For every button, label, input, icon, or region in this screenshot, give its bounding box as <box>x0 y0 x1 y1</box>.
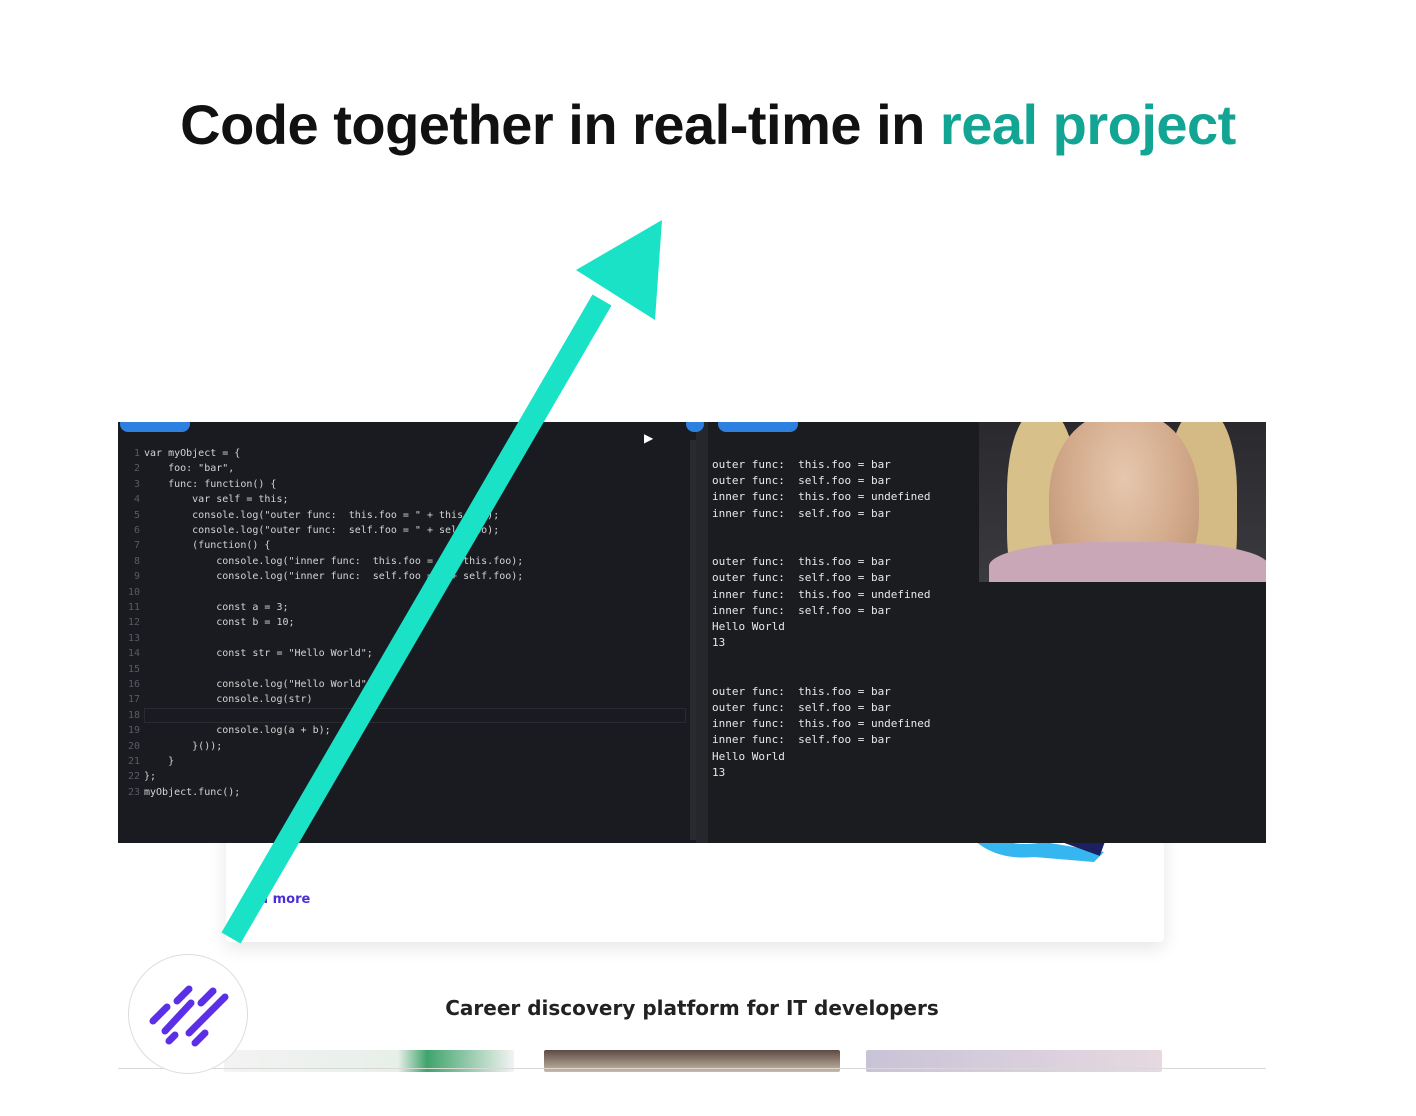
line-number: 14 <box>127 648 140 660</box>
code-line[interactable]: 12 const b = 10; <box>118 615 295 630</box>
console-line: inner func: self.foo = bar <box>712 603 891 617</box>
code-line[interactable]: 22}; <box>118 769 156 784</box>
code-line[interactable]: 4 var self = this; <box>118 492 289 507</box>
line-number: 9 <box>133 571 140 583</box>
pane-divider[interactable] <box>686 422 708 843</box>
line-number: 22 <box>127 771 140 783</box>
code-text: var myObject = { <box>144 448 241 459</box>
code-line[interactable]: 2 foo: "bar", <box>118 461 234 476</box>
platform-logo[interactable] <box>128 954 248 1074</box>
console-line: outer func: this.foo = bar <box>712 684 891 698</box>
line-number: 16 <box>127 679 140 690</box>
code-line[interactable]: 6 console.log("outer func: self.foo = " … <box>118 523 499 538</box>
line-number: 3 <box>133 478 140 490</box>
console-line: 13 <box>712 636 726 650</box>
line-number: 5 <box>133 509 140 521</box>
line-number: 8 <box>133 555 140 567</box>
code-line[interactable]: 11 const a = 3; <box>118 600 289 615</box>
code-line[interactable]: 14 const str = "Hello World"; <box>118 646 373 661</box>
code-line[interactable]: 18 <box>118 708 144 723</box>
console-line: inner func: self.foo = bar <box>712 506 891 520</box>
line-number: 2 <box>133 463 140 475</box>
line-number: 15 <box>127 663 140 675</box>
code-text: const str = "Hello World"; <box>144 648 373 660</box>
code-line[interactable]: 19 console.log(a + b); <box>118 723 331 738</box>
console-line: outer func: this.foo = bar <box>712 555 891 569</box>
headline-text: Code together in real-time in <box>180 93 925 156</box>
code-text: var self = this; <box>144 494 289 506</box>
line-number: 18 <box>127 709 140 721</box>
code-line[interactable]: 17 console.log(str) <box>118 692 313 707</box>
code-text: }; <box>144 771 157 783</box>
code-text: }()); <box>144 740 223 752</box>
code-line[interactable]: 3 func: function() { <box>118 477 276 492</box>
code-line[interactable]: 1 var myObject = { <box>118 446 240 461</box>
logo-icon <box>149 985 229 1047</box>
console-tab[interactable] <box>718 422 798 432</box>
line-number: 10 <box>127 586 140 598</box>
line-number: 21 <box>127 756 140 767</box>
screen-recording: 1 var myObject = {2 foo: "bar", 3 func: fu… <box>118 422 1266 843</box>
code-line[interactable]: 7 (function() { <box>118 538 270 553</box>
line-number: 23 <box>127 786 140 798</box>
line-number: 11 <box>127 602 140 613</box>
code-text: foo: "bar", <box>144 463 235 475</box>
code-line[interactable]: 15 <box>118 662 144 677</box>
line-number: 7 <box>133 540 140 552</box>
editor-tab[interactable] <box>120 422 190 432</box>
mouse-pointer-icon: ▶ <box>644 431 654 445</box>
code-text: } <box>144 756 175 767</box>
tagline: Career discovery platform for IT develop… <box>445 996 939 1020</box>
code-text: const a = 3; <box>144 602 289 613</box>
console-line: inner func: this.foo = undefined <box>712 490 931 504</box>
console-line: inner func: self.foo = bar <box>712 733 891 747</box>
current-line-highlight <box>144 708 686 723</box>
line-number: 6 <box>133 525 140 536</box>
line-number: 12 <box>127 617 140 629</box>
code-line[interactable]: 5 console.log("outer func: this.foo = " … <box>118 508 499 523</box>
code-line[interactable]: 8 console.log("inner func: this.foo = " … <box>118 554 523 569</box>
line-number: 13 <box>127 632 140 644</box>
code-line[interactable]: 10 <box>118 585 144 600</box>
console-line: outer func: self.foo = bar <box>712 701 891 714</box>
code-text: console.log("outer func: self.foo = " + … <box>144 525 500 536</box>
console-line: outer func: self.foo = bar <box>712 474 891 488</box>
headline: Code together in real-time in real proje… <box>0 92 1416 157</box>
line-number: 1 <box>133 448 140 459</box>
console-line: Hello World <box>712 749 785 763</box>
code-line[interactable]: 21 } <box>118 754 174 769</box>
code-editor[interactable]: 1 var myObject = {2 foo: "bar", 3 func: fu… <box>118 422 696 843</box>
read-more-link[interactable]: ad more <box>250 892 310 907</box>
code-text: console.log("Hello World"); <box>144 679 379 690</box>
console-line: outer func: this.foo = bar <box>712 458 891 471</box>
headline-accent: real project <box>939 93 1236 156</box>
code-text: (function() { <box>144 540 271 552</box>
code-text: console.log("outer func: this.foo = " + … <box>144 509 500 521</box>
line-number: 20 <box>127 740 140 752</box>
code-text: const b = 10; <box>144 617 295 629</box>
bottom-divider <box>118 1068 1266 1069</box>
console-line: Hello World <box>712 620 785 633</box>
console-line: inner func: this.foo = undefined <box>712 587 931 601</box>
line-number: 17 <box>127 694 140 706</box>
code-text: console.log(a + b); <box>144 725 331 737</box>
line-number: 19 <box>127 725 140 737</box>
code-text: myObject.func(); <box>144 786 241 798</box>
code-line[interactable]: 23 myObject.func(); <box>118 785 240 800</box>
console-line: outer func: self.foo = bar <box>712 571 891 585</box>
code-text: console.log(str) <box>144 694 313 706</box>
console-line: 13 <box>712 765 726 779</box>
code-line[interactable]: 16 console.log("Hello World"); <box>118 677 379 692</box>
code-text: console.log("inner func: self.foo = " + … <box>144 571 524 583</box>
line-number: 4 <box>133 494 140 506</box>
code-text: console.log("inner func: this.foo = " + … <box>144 555 524 567</box>
console-line: inner func: this.foo = undefined <box>712 717 931 731</box>
code-line[interactable]: 20 }()); <box>118 739 222 754</box>
code-line[interactable]: 13 <box>118 631 144 646</box>
code-text: func: function() { <box>144 478 277 490</box>
code-line[interactable]: 9 console.log("inner func: self.foo = " … <box>118 569 523 584</box>
webcam-feed <box>979 422 1266 582</box>
